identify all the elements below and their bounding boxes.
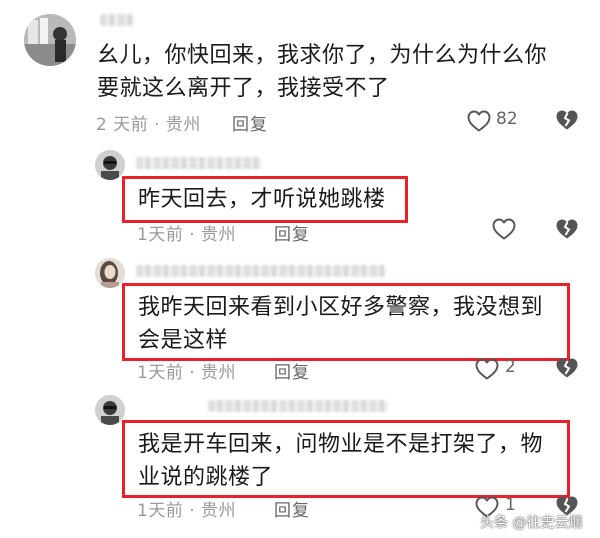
person-photo-avatar-icon: [24, 14, 76, 66]
like-count: 82: [496, 109, 518, 129]
comment-text-line: 要就这么离开了，我接受不了: [97, 76, 390, 101]
broken-heart-icon[interactable]: [554, 356, 580, 380]
comment-text-line: 业说的跳楼了: [138, 465, 274, 490]
username-blurred[interactable]: [100, 14, 134, 26]
broken-heart-icon[interactable]: [554, 108, 580, 132]
watermark: 头条 @往史云烟: [480, 515, 583, 531]
like-button[interactable]: 82: [466, 108, 526, 134]
comment-meta: 2 天前 · 贵州: [96, 115, 201, 135]
heart-outline-icon[interactable]: [491, 217, 517, 241]
reply-text: 我是开车回来，问物业是不是打架了，物 业说的跳楼了: [138, 428, 568, 494]
comment-text-line: 我昨天回来看到小区好多警察，我没想到: [138, 295, 544, 320]
comment-text-line: 我是开车回来，问物业是不是打架了，物: [138, 432, 544, 457]
reply-button[interactable]: 回复: [232, 110, 268, 135]
person-photo-avatar-icon: [95, 150, 125, 180]
reply-button[interactable]: 回复: [274, 496, 310, 521]
reply-text: 昨天回去，才听说她跳楼: [138, 183, 386, 216]
username-blurred[interactable]: [136, 157, 262, 169]
avatar[interactable]: [95, 150, 125, 180]
broken-heart-icon[interactable]: [554, 217, 580, 241]
like-button[interactable]: 2: [474, 356, 530, 382]
like-count: 2: [505, 357, 516, 377]
comment-text-line: 会是这样: [138, 328, 229, 353]
reply-text: 我昨天回来看到小区好多警察，我没想到 会是这样: [138, 291, 568, 357]
heart-outline-icon: [475, 358, 499, 380]
comment-text: 幺儿，你快回来，我求你了，为什么为什么你 要就这么离开了，我接受不了: [97, 39, 577, 105]
heart-outline-icon: [467, 110, 491, 132]
comment-text-line: 昨天回去，才听说她跳楼: [138, 187, 386, 212]
comment-meta: 1天前 · 贵州: [137, 501, 237, 521]
username-blurred[interactable]: [208, 400, 388, 412]
comment-meta: 1天前 · 贵州: [137, 225, 237, 245]
comment-meta: 1天前 · 贵州: [137, 363, 237, 383]
avatar[interactable]: [95, 395, 125, 425]
reply-button[interactable]: 回复: [274, 220, 310, 245]
person-photo-avatar-icon: [95, 258, 125, 288]
comment-text-line: 幺儿，你快回来，我求你了，为什么为什么你: [97, 43, 548, 68]
username-blurred[interactable]: [136, 265, 386, 277]
avatar[interactable]: [95, 258, 125, 288]
reply-button[interactable]: 回复: [274, 358, 310, 383]
person-photo-avatar-icon: [95, 395, 125, 425]
avatar[interactable]: [24, 14, 76, 66]
